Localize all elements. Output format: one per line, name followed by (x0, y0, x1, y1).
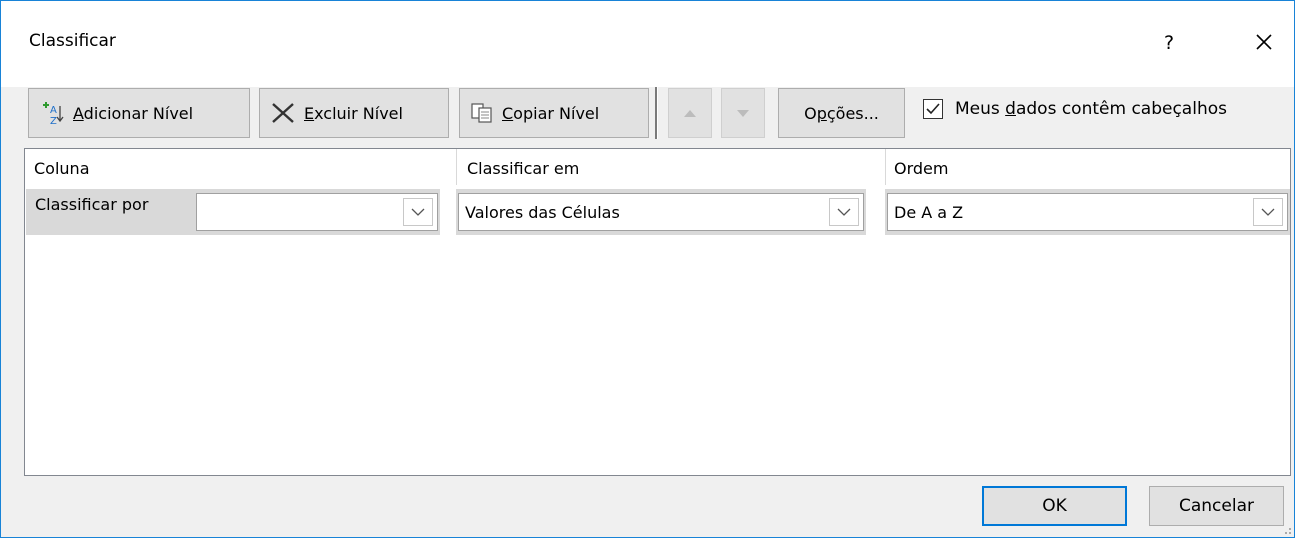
row-label: Classificar por (26, 189, 194, 235)
svg-text:Z: Z (50, 116, 57, 126)
column-combo[interactable] (196, 193, 438, 231)
header-divider (885, 149, 886, 185)
order-combo[interactable]: De A a Z (887, 193, 1288, 231)
sort-on-combo[interactable]: Valores das Células (458, 193, 864, 231)
close-icon (1256, 34, 1272, 50)
headers-checkbox-row[interactable]: Meus dados contêm cabeçalhos (923, 99, 1227, 119)
headers-checkbox-label: Meus dados contêm cabeçalhos (955, 99, 1227, 119)
options-button[interactable]: Opções... (778, 88, 905, 138)
copy-icon (471, 103, 492, 123)
order-combo-value: De A a Z (894, 202, 964, 222)
move-up-icon (684, 109, 696, 117)
sort-levels-grid: Coluna Classificar em Ordem Classificar … (24, 148, 1291, 476)
move-down-icon (737, 109, 749, 117)
ok-button[interactable]: OK (982, 486, 1127, 526)
add-sort-level-icon: A Z (43, 102, 64, 126)
close-button[interactable] (1246, 27, 1282, 59)
cancel-button[interactable]: Cancelar (1149, 486, 1284, 526)
chevron-down-icon (411, 208, 425, 216)
headers-checkbox[interactable] (923, 99, 943, 119)
copy-level-button[interactable]: Copiar Nível (459, 88, 649, 138)
header-column: Coluna (34, 159, 90, 178)
order-combo-dropdown[interactable] (1253, 198, 1283, 226)
resize-grip-icon[interactable] (1282, 525, 1292, 535)
delete-level-label: Excluir Nível (304, 103, 403, 123)
title-bar: Classificar ? (1, 1, 1294, 87)
help-button[interactable]: ? (1153, 27, 1185, 59)
column-combo-dropdown[interactable] (403, 198, 433, 226)
chevron-down-icon (837, 208, 851, 216)
header-order: Ordem (894, 159, 949, 178)
add-level-button[interactable]: A Z Adicionar Nível (28, 88, 250, 138)
copy-level-label: Copiar Nível (502, 103, 600, 123)
dialog-title: Classificar (29, 31, 116, 51)
options-label: Opções... (804, 103, 879, 123)
sort-dialog: Classificar ? A Z Adicionar Nível Exclui… (0, 0, 1295, 538)
header-sort-on: Classificar em (467, 159, 580, 178)
chevron-down-icon (1261, 208, 1275, 216)
add-level-label: Adicionar Nível (73, 103, 194, 123)
sort-on-combo-value: Valores das Células (465, 202, 620, 222)
delete-level-button[interactable]: Excluir Nível (259, 88, 449, 138)
move-up-button[interactable] (668, 88, 712, 138)
sort-on-combo-dropdown[interactable] (829, 198, 859, 226)
header-divider (456, 149, 457, 185)
svg-text:A: A (50, 105, 57, 116)
delete-x-icon (272, 103, 294, 123)
move-down-button[interactable] (721, 88, 765, 138)
checkmark-icon (926, 103, 940, 115)
toolbar-separator (655, 87, 658, 139)
